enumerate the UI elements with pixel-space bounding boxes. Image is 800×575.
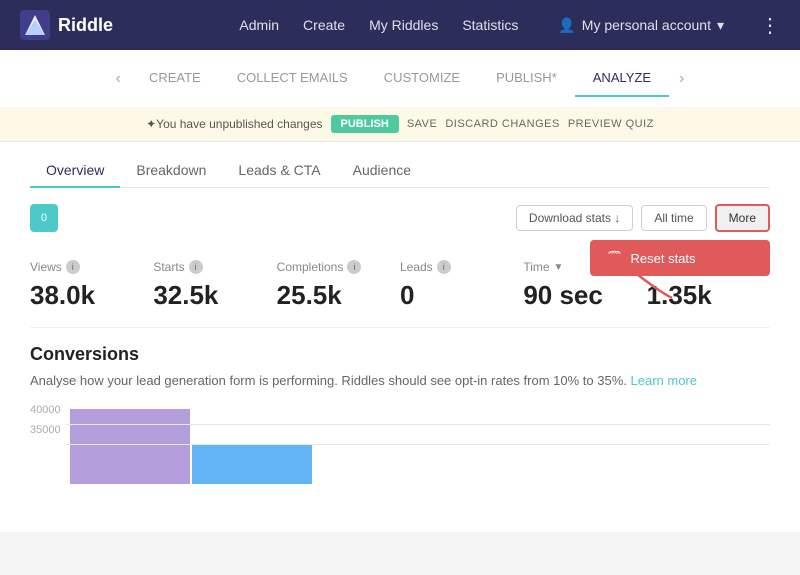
step-navigation: ‹ CREATE COLLECT EMAILS CUSTOMIZE PUBLIS… bbox=[0, 50, 800, 107]
nav-links: Admin Create My Riddles Statistics 👤 My … bbox=[239, 13, 780, 38]
tab-audience[interactable]: Audience bbox=[337, 154, 427, 188]
nav-admin[interactable]: Admin bbox=[239, 17, 279, 33]
publish-button[interactable]: PUBLISH bbox=[331, 115, 399, 133]
nav-more-dots[interactable]: ⋮ bbox=[760, 13, 780, 38]
arrow-annotation bbox=[602, 248, 682, 308]
account-icon: 👤 bbox=[558, 17, 575, 34]
account-chevron: ▾ bbox=[717, 17, 724, 34]
completions-value: 25.5k bbox=[277, 280, 400, 311]
chart-gridline-40 bbox=[66, 424, 770, 425]
account-menu[interactable]: 👤 My personal account ▾ bbox=[558, 17, 724, 34]
leads-label: Leads bbox=[400, 260, 433, 274]
step-prev-arrow[interactable]: ‹ bbox=[106, 70, 131, 88]
tab-overview[interactable]: Overview bbox=[30, 154, 120, 188]
starts-info-icon[interactable]: i bbox=[189, 260, 203, 274]
chart-bar-blue bbox=[192, 444, 312, 484]
step-create[interactable]: CREATE bbox=[131, 60, 219, 97]
more-button[interactable]: More bbox=[715, 204, 770, 232]
logo-text: Riddle bbox=[58, 15, 113, 36]
nav-create[interactable]: Create bbox=[303, 17, 345, 33]
views-label: Views bbox=[30, 260, 62, 274]
chart-area: 40000 35000 bbox=[30, 404, 770, 504]
account-label: My personal account bbox=[582, 17, 711, 33]
conversions-desc-text: Analyse how your lead generation form is… bbox=[30, 373, 627, 388]
stats-controls: Download stats ↓ All time More bbox=[516, 204, 770, 232]
top-navigation: Riddle Admin Create My Riddles Statistic… bbox=[0, 0, 800, 50]
main-content: Overview Breakdown Leads & CTA Audience … bbox=[0, 142, 800, 532]
step-next-arrow[interactable]: › bbox=[669, 70, 694, 88]
tab-breakdown[interactable]: Breakdown bbox=[120, 154, 222, 188]
unpublished-message: ✦You have unpublished changes bbox=[146, 117, 322, 131]
stat-leads: Leads i 0 bbox=[400, 252, 523, 319]
stats-badge: 0 bbox=[30, 204, 58, 232]
action-bar: ✦You have unpublished changes PUBLISH SA… bbox=[0, 107, 800, 142]
chart-bar-purple bbox=[70, 409, 190, 484]
leads-info-icon[interactable]: i bbox=[437, 260, 451, 274]
riddle-logo-icon bbox=[20, 10, 50, 40]
alltime-button[interactable]: All time bbox=[641, 205, 706, 231]
views-value: 38.0k bbox=[30, 280, 153, 311]
chart-label-35k: 35000 bbox=[30, 424, 61, 436]
nav-statistics[interactable]: Statistics bbox=[462, 17, 518, 33]
starts-value: 32.5k bbox=[153, 280, 276, 311]
download-stats-button[interactable]: Download stats ↓ bbox=[516, 205, 633, 231]
step-collect-emails[interactable]: COLLECT EMAILS bbox=[219, 60, 366, 97]
stat-starts: Starts i 32.5k bbox=[153, 252, 276, 319]
completions-info-icon[interactable]: i bbox=[347, 260, 361, 274]
step-analyze[interactable]: ANALYZE bbox=[575, 60, 669, 97]
stats-area: 0 Download stats ↓ All time More 🗑 Reset… bbox=[30, 188, 770, 244]
discard-changes-button[interactable]: DISCARD CHANGES bbox=[445, 118, 559, 130]
save-button[interactable]: SAVE bbox=[407, 118, 438, 130]
chart-gridline-35 bbox=[66, 444, 770, 445]
stat-views: Views i 38.0k bbox=[30, 252, 153, 319]
leads-value: 0 bbox=[400, 280, 523, 311]
chart-label-40k: 40000 bbox=[30, 404, 61, 416]
nav-myriddles[interactable]: My Riddles bbox=[369, 17, 438, 33]
completions-label: Completions bbox=[277, 260, 344, 274]
step-customize[interactable]: CUSTOMIZE bbox=[366, 60, 478, 97]
preview-quiz-button[interactable]: PREVIEW QUIZ bbox=[568, 118, 654, 130]
conversions-title: Conversions bbox=[30, 344, 770, 365]
starts-label: Starts bbox=[153, 260, 184, 274]
step-publish[interactable]: PUBLISH* bbox=[478, 60, 575, 97]
learn-more-link[interactable]: Learn more bbox=[631, 373, 697, 388]
time-label: Time bbox=[523, 260, 549, 274]
stat-completions: Completions i 25.5k bbox=[277, 252, 400, 319]
conversions-description: Analyse how your lead generation form is… bbox=[30, 373, 770, 388]
time-sort-icon: ▼ bbox=[554, 262, 564, 273]
sub-tabs: Overview Breakdown Leads & CTA Audience bbox=[30, 142, 770, 188]
tab-leads-cta[interactable]: Leads & CTA bbox=[222, 154, 336, 188]
conversions-section: Conversions Analyse how your lead genera… bbox=[30, 328, 770, 512]
views-info-icon[interactable]: i bbox=[66, 260, 80, 274]
logo[interactable]: Riddle bbox=[20, 10, 113, 40]
